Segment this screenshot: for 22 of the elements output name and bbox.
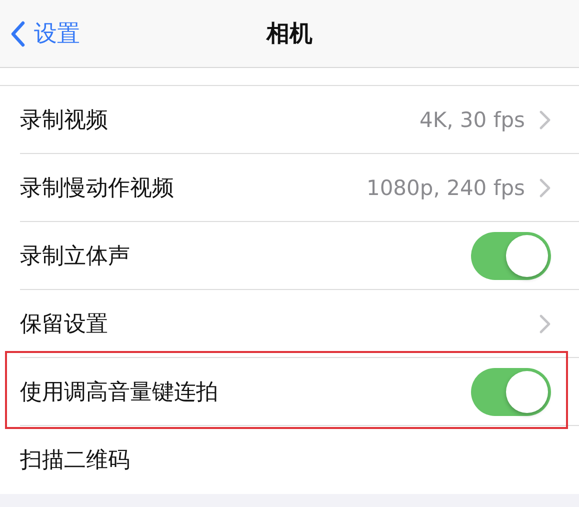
setting-label: 使用调高音量键连拍: [20, 378, 219, 406]
settings-row[interactable]: 使用调高音量键连拍: [0, 358, 579, 426]
settings-row[interactable]: 录制视频 4K, 30 fps: [0, 86, 579, 154]
chevron-icon: [539, 110, 551, 130]
settings-row[interactable]: 录制慢动作视频 1080p, 240 fps: [0, 154, 579, 222]
setting-label: 扫描二维码: [20, 447, 131, 475]
page-title: 相机: [266, 20, 312, 49]
settings-row[interactable]: 录制立体声: [0, 222, 579, 290]
setting-label: 保留设置: [20, 310, 109, 338]
toggle-switch[interactable]: [471, 368, 551, 416]
chevron-icon: [539, 314, 551, 334]
back-chevron-icon: [10, 20, 26, 48]
setting-value: 1080p, 240 fps: [366, 176, 525, 200]
setting-label: 录制视频: [20, 106, 109, 134]
back-button[interactable]: 设置: [6, 14, 84, 53]
settings-row[interactable]: 保留设置: [0, 290, 579, 358]
setting-label: 录制慢动作视频: [20, 174, 175, 202]
setting-value: 4K, 30 fps: [419, 108, 525, 132]
setting-label: 录制立体声: [20, 242, 131, 270]
toggle-switch[interactable]: [471, 232, 551, 280]
chevron-icon: [539, 178, 551, 198]
settings-row[interactable]: 扫描二维码: [0, 426, 579, 494]
